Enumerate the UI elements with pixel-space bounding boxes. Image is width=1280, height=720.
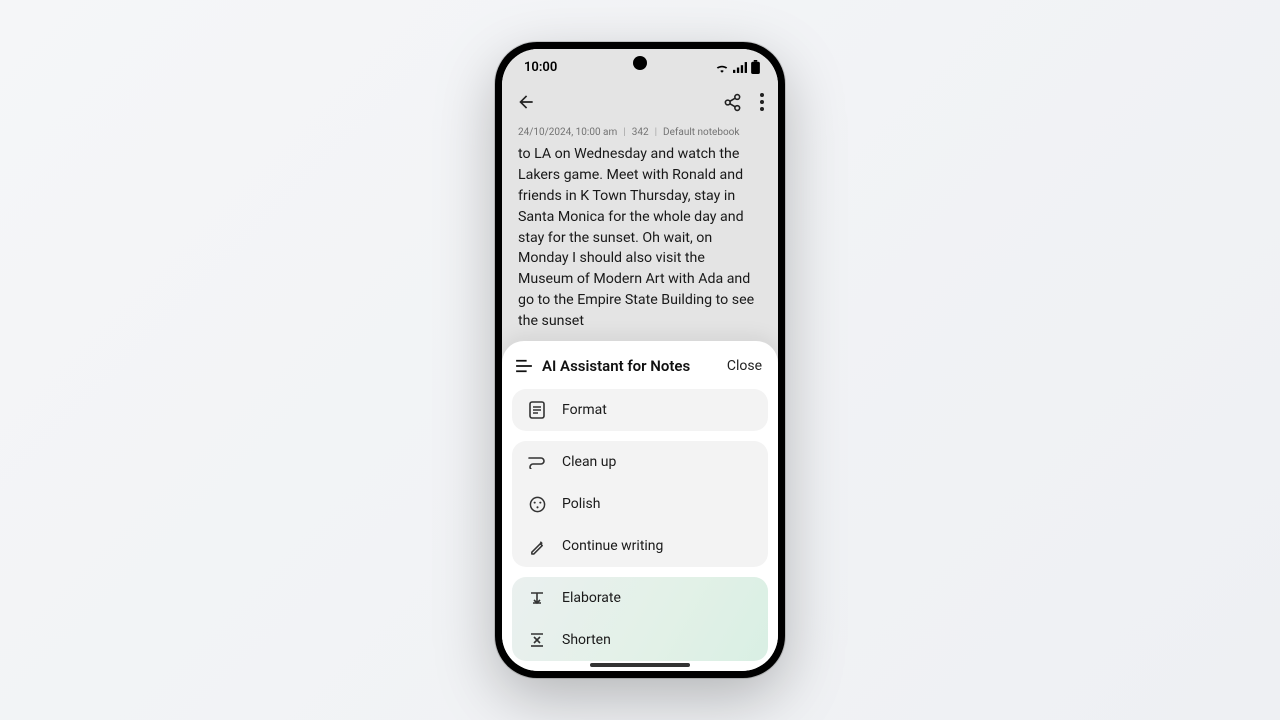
option-group-length: Elaborate Shorten — [512, 577, 768, 661]
share-button[interactable] — [723, 93, 742, 112]
meta-date: 24/10/2024, 10:00 am — [518, 127, 617, 138]
shorten-icon — [528, 631, 546, 649]
app-bar — [502, 79, 778, 125]
status-bar: 10:00 — [502, 49, 778, 79]
note-body[interactable]: to LA on Wednesday and watch the Lakers … — [502, 142, 778, 340]
option-shorten[interactable]: Shorten — [512, 619, 768, 661]
polish-icon — [528, 495, 546, 513]
camera-dot — [633, 56, 647, 70]
sheet-title: AI Assistant for Notes — [542, 357, 690, 375]
option-elaborate[interactable]: Elaborate — [512, 577, 768, 619]
elaborate-icon — [528, 589, 546, 607]
option-polish[interactable]: Polish — [512, 483, 768, 525]
battery-icon — [751, 60, 760, 74]
sheet-header: AI Assistant for Notes Close — [502, 355, 778, 389]
back-button[interactable] — [516, 92, 536, 112]
ai-assistant-icon — [516, 359, 532, 373]
close-button[interactable]: Close — [727, 358, 762, 374]
option-label: Format — [562, 402, 607, 418]
option-label: Clean up — [562, 454, 616, 470]
note-meta: 24/10/2024, 10:00 am | 342 | Default not… — [502, 125, 778, 142]
option-label: Elaborate — [562, 590, 621, 606]
screen: 10:00 — [502, 49, 778, 671]
phone-frame: 10:00 — [495, 42, 785, 678]
home-indicator[interactable] — [590, 663, 690, 667]
meta-notebook: Default notebook — [663, 127, 739, 138]
option-cleanup[interactable]: Clean up — [512, 441, 768, 483]
continue-writing-icon — [528, 537, 546, 555]
status-time: 10:00 — [524, 60, 557, 75]
option-continue-writing[interactable]: Continue writing — [512, 525, 768, 567]
signal-icon — [733, 62, 747, 73]
status-right — [715, 60, 760, 74]
format-icon — [528, 401, 546, 419]
option-label: Continue writing — [562, 538, 663, 554]
option-format[interactable]: Format — [512, 389, 768, 431]
option-label: Polish — [562, 496, 600, 512]
wifi-icon — [715, 62, 729, 73]
option-label: Shorten — [562, 632, 611, 648]
more-button[interactable] — [760, 93, 764, 111]
option-group-edit: Clean up Polish Continue writing — [512, 441, 768, 567]
cleanup-icon — [528, 453, 546, 471]
ai-assistant-sheet: AI Assistant for Notes Close Format — [502, 341, 778, 671]
meta-count: 342 — [632, 127, 649, 138]
option-group-format: Format — [512, 389, 768, 431]
